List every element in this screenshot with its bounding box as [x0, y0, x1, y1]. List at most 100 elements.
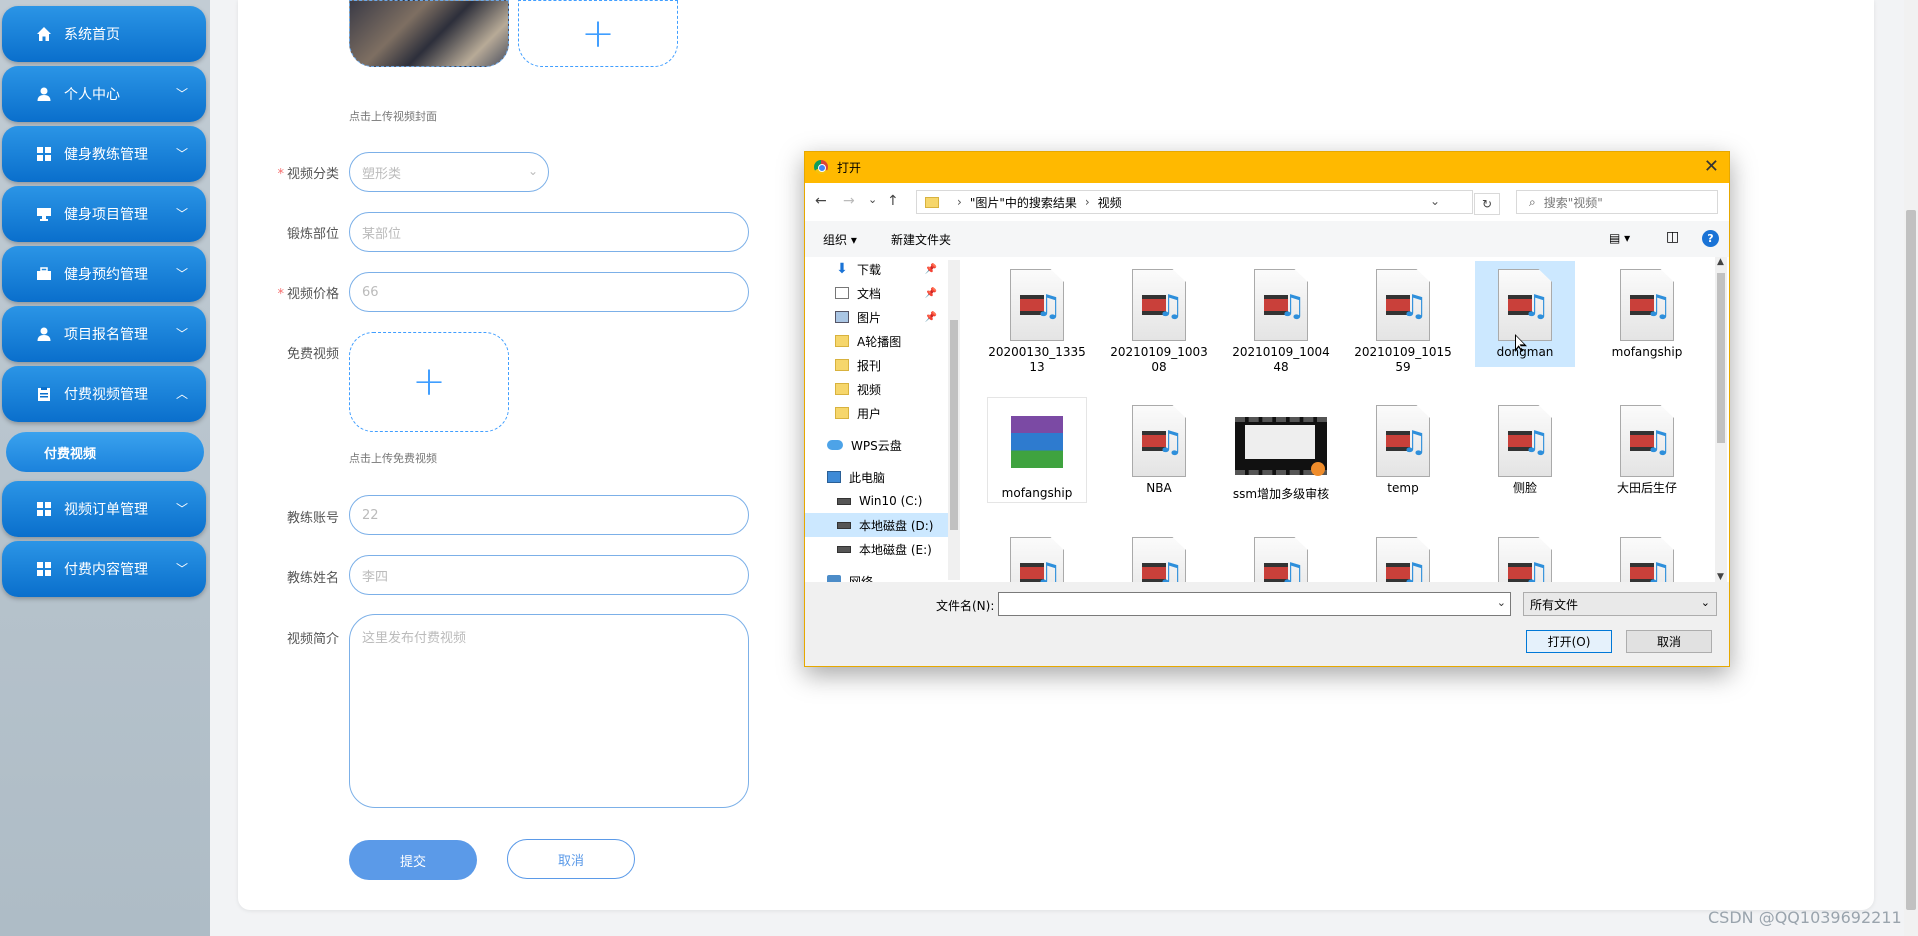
free-video-upload-button[interactable]: + [349, 332, 509, 432]
chevron-down-icon: ﹀ [175, 327, 188, 341]
price-input[interactable]: 66 [349, 272, 749, 312]
organize-button[interactable]: 组织 ▾ [823, 231, 857, 248]
filetype-select[interactable]: 所有文件 ⌄ [1523, 592, 1717, 616]
file-list-scrollbar[interactable]: ▲ ▼ [1715, 257, 1727, 582]
video-file-icon [1254, 537, 1308, 582]
cancel-button[interactable]: 取消 [507, 839, 635, 879]
home-icon [34, 24, 54, 44]
nav-subitem-paid-video[interactable]: 付费视频 [6, 432, 204, 472]
page-scrollbar[interactable] [1904, 0, 1918, 936]
close-icon[interactable]: ✕ [1704, 156, 1719, 177]
nav-item-home[interactable]: 系统首页 [2, 6, 206, 62]
nav-item-paid-video-management[interactable]: 付费视频管理 ︿ [2, 366, 206, 422]
file-item[interactable] [1231, 529, 1331, 582]
file-item[interactable]: ssm增加多级审核 [1231, 397, 1331, 503]
video-file-icon [1620, 405, 1674, 477]
video-file-icon [1376, 537, 1430, 582]
new-folder-button[interactable]: 新建文件夹 [891, 231, 951, 248]
file-item[interactable]: 侧脸 [1475, 397, 1575, 503]
search-box[interactable]: ⌕ 搜索"视频" [1516, 190, 1718, 214]
sidebar: 系统首页 个人中心 ﹀ 健身教练管理 ﹀ 健身项目管理 ﹀ 健身预约管理 ﹀ 项… [0, 0, 210, 936]
scroll-up-icon[interactable]: ▲ [1717, 257, 1724, 267]
up-arrow-icon[interactable]: ↑ [887, 193, 899, 209]
body-part-input[interactable]: 某部位 [349, 212, 749, 252]
file-item[interactable]: 20200130_133513 [987, 261, 1087, 374]
help-icon[interactable]: ? [1702, 230, 1719, 247]
video-file-icon [1132, 269, 1186, 341]
file-item[interactable] [1353, 529, 1453, 582]
search-icon: ⌕ [1529, 194, 1536, 209]
chevron-down-icon: ﹀ [175, 267, 188, 281]
nav-item-coach-management[interactable]: 健身教练管理 ﹀ [2, 126, 206, 182]
video-cover-image[interactable] [349, 0, 509, 67]
archive-icon [1011, 416, 1063, 468]
breadcrumb-item[interactable]: 视频 [1098, 194, 1122, 211]
plus-icon: + [581, 10, 615, 57]
file-item[interactable] [1597, 529, 1697, 582]
free-video-label: 免费视频 [286, 347, 339, 362]
file-item[interactable] [1109, 529, 1209, 582]
video-file-icon [1376, 269, 1430, 341]
nav-item-personal-center[interactable]: 个人中心 ﹀ [2, 66, 206, 122]
breadcrumb[interactable]: › "图片"中的搜索结果 › 视频 ⌄ ↻ [916, 190, 1500, 215]
dialog-cancel-button[interactable]: 取消 [1626, 630, 1712, 653]
chevron-down-icon[interactable]: ⌄ [1430, 194, 1440, 208]
intro-textarea[interactable]: 这里发布付费视频 [349, 614, 749, 808]
file-item[interactable]: dongman [1475, 261, 1575, 367]
nav-item-registration-management[interactable]: 项目报名管理 ﹀ [2, 306, 206, 362]
tree-item-downloads[interactable]: ⬇ 下载 📌 [805, 257, 959, 281]
tree-item-network[interactable]: 网络 [805, 569, 959, 582]
breadcrumb-item[interactable]: "图片"中的搜索结果 [970, 194, 1077, 211]
category-select[interactable]: 塑形类 ⌄ [349, 152, 549, 192]
nav-item-paid-content-management[interactable]: 付费内容管理 ﹀ [2, 541, 206, 597]
cover-upload-button[interactable]: + [518, 0, 678, 67]
navigation-scrollbar[interactable] [948, 260, 960, 580]
scroll-down-icon[interactable]: ▼ [1717, 572, 1724, 582]
file-item[interactable]: NBA [1109, 397, 1209, 503]
tree-item-drive-d[interactable]: 本地磁盘 (D:) [805, 513, 959, 537]
open-button[interactable]: 打开(O) [1526, 630, 1612, 653]
drive-icon [837, 521, 851, 529]
tree-item-folder[interactable]: 用户 [805, 401, 959, 425]
file-item[interactable]: 20210109_100448 [1231, 261, 1331, 374]
tree-item-this-pc[interactable]: 此电脑 [805, 465, 959, 489]
submit-button[interactable]: 提交 [349, 840, 477, 880]
dialog-toolbar: 组织 ▾ 新建文件夹 ▤ ▾ ◫ ? [805, 221, 1729, 257]
file-item[interactable]: 大田后生仔 [1597, 397, 1697, 503]
preview-pane-icon[interactable]: ◫ [1666, 229, 1679, 245]
back-arrow-icon[interactable]: ← [815, 193, 827, 209]
tree-item-drive-e[interactable]: 本地磁盘 (E:) [805, 537, 959, 561]
tree-item-drive-c[interactable]: Win10 (C:) [805, 489, 959, 513]
filename-input[interactable]: ⌄ [998, 592, 1511, 616]
required-mark: * [277, 167, 284, 182]
nav-item-video-order-management[interactable]: 视频订单管理 ﹀ [2, 481, 206, 537]
video-file-icon [1498, 269, 1552, 341]
tree-item-pictures[interactable]: 图片 📌 [805, 305, 959, 329]
file-item[interactable]: temp [1353, 397, 1453, 503]
coach-account-input[interactable]: 22 [349, 495, 749, 535]
clipboard-icon [34, 384, 54, 404]
file-item[interactable] [1475, 529, 1575, 582]
view-options-button[interactable]: ▤ ▾ [1609, 231, 1630, 245]
chevron-down-icon[interactable]: ⌄ [1497, 596, 1506, 609]
tree-item-documents[interactable]: 文档 📌 [805, 281, 959, 305]
file-item[interactable]: 20210109_101559 [1353, 261, 1453, 374]
body-part-label: 锻炼部位 [286, 227, 339, 242]
tree-item-wps-cloud[interactable]: WPS云盘 [805, 433, 959, 457]
refresh-icon[interactable]: ↻ [1474, 193, 1500, 215]
recent-locations-icon[interactable]: ⌄ [868, 193, 877, 206]
forward-arrow-icon[interactable]: → [843, 193, 855, 209]
nav-item-label: 系统首页 [64, 27, 120, 43]
folder-icon [835, 383, 849, 395]
nav-item-appointment-management[interactable]: 健身预约管理 ﹀ [2, 246, 206, 302]
tree-item-folder[interactable]: A轮播图 [805, 329, 959, 353]
file-item[interactable] [987, 529, 1087, 582]
file-item[interactable]: mofangship [987, 397, 1087, 503]
file-item[interactable]: 20210109_100308 [1109, 261, 1209, 374]
coach-name-input[interactable]: 李四 [349, 555, 749, 595]
video-thumbnail-icon [1235, 417, 1327, 476]
nav-item-project-management[interactable]: 健身项目管理 ﹀ [2, 186, 206, 242]
tree-item-folder[interactable]: 视频 [805, 377, 959, 401]
file-item[interactable]: mofangship [1597, 261, 1697, 367]
tree-item-folder[interactable]: 报刊 [805, 353, 959, 377]
